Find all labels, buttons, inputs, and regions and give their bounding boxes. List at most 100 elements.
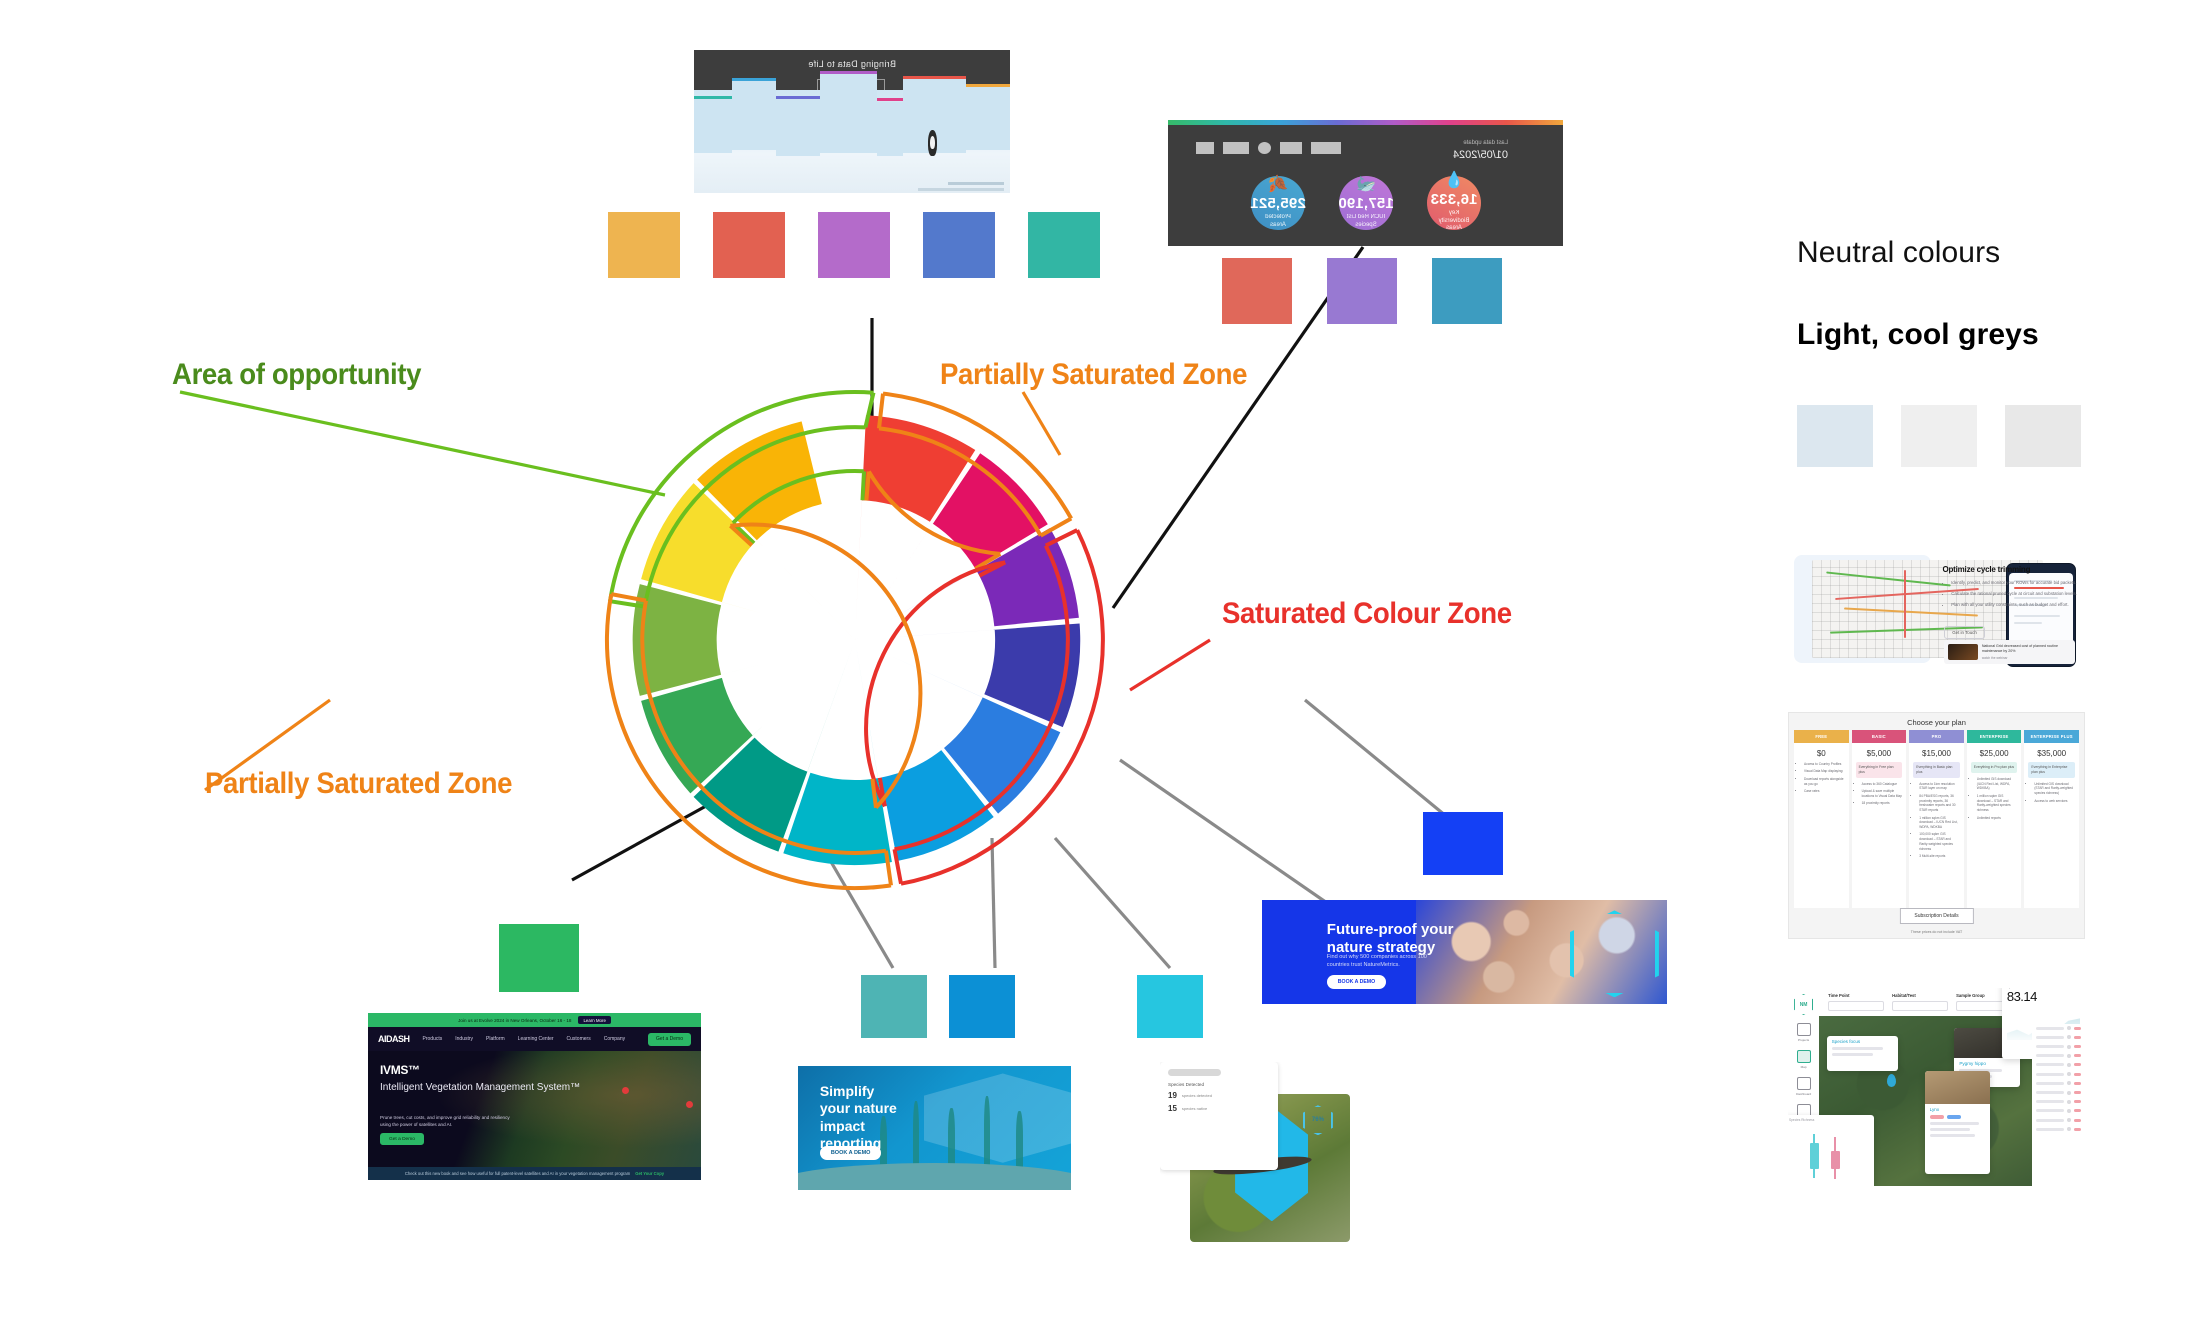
plan-column-pro[interactable]: PRO $15,000 Everything in Basic plan plu… (1909, 730, 1964, 908)
stat-value-iucn: 157,190 (1338, 195, 1394, 212)
swatch-amber[interactable] (608, 212, 680, 278)
nav-item-platform[interactable]: Platform (486, 1036, 505, 1042)
iceberg-3 (877, 101, 903, 156)
sidebar-item-map[interactable]: Map (1796, 1050, 1811, 1069)
screenshot-naturemetrics-dashboard[interactable]: NM Projects Map Dashboard Analytics Tabl… (1788, 988, 2085, 1186)
plan-features-basic: Access to 360 Catalogue Upload & save mu… (1852, 782, 1907, 809)
simplify-headline: Simplify your nature impact reporting (819, 1083, 897, 1151)
seaweed-5 (1016, 1110, 1024, 1173)
feature: 18 proximity reports (1862, 801, 1903, 806)
swatch-coral[interactable] (713, 212, 785, 278)
table-row[interactable] (2032, 1125, 2085, 1134)
filter-habitat-test[interactable]: Habitat/Test (1892, 993, 1949, 1011)
swatch-steel-blue[interactable] (1432, 258, 1502, 324)
plan-column-basic[interactable]: BASIC $5,000 Everything in Free plan plu… (1851, 730, 1907, 908)
lynx-card[interactable]: Lynx (1924, 1071, 1990, 1175)
sidebar-label-dashboard: Dashboard (1796, 1092, 1812, 1096)
screenshot-future-proof-banner[interactable]: Future-proof your nature strategy Find o… (1262, 900, 1667, 1004)
simplify-demo-button[interactable]: BOOK A DEMO (819, 1146, 882, 1161)
swatch-teal-green[interactable] (1028, 212, 1100, 278)
feature: 1 million sqkm GIS download – IUCN Red L… (1919, 816, 1960, 830)
plan-column-enterprise-plus[interactable]: ENTERPRISE PLUS $35,000 Everything in En… (2024, 730, 2079, 908)
nav-item-industry[interactable]: Industry (455, 1036, 473, 1042)
aidash-hero-demo-button[interactable]: Get a Demo (380, 1133, 424, 1145)
lynx-title: Lynx (1929, 1107, 1940, 1113)
plan-note-pro: Everything in Basic plan plus (1913, 762, 1960, 778)
swatch-teal[interactable] (861, 975, 927, 1038)
aidash-footer-bar: Check out this new book and see how usef… (368, 1167, 701, 1180)
table-row[interactable] (2032, 1033, 2085, 1042)
sidebar-item-dashboard[interactable]: Dashboard (1796, 1077, 1811, 1096)
folder-icon (1796, 1023, 1811, 1036)
iceberg-4 (820, 74, 878, 153)
swatch-cool-grey-1[interactable] (1797, 405, 1873, 467)
swatch-cornflower[interactable] (923, 212, 995, 278)
hero-title: Bringing Data to Life (808, 59, 896, 69)
screenshot-simplify-banner[interactable]: Simplify your nature impact reporting BO… (798, 1066, 1071, 1190)
table-row[interactable] (2032, 1079, 2085, 1088)
plan-price-pro: $15,000 (1922, 749, 1951, 758)
aidash-logo[interactable]: AIDASH (378, 1034, 410, 1044)
feature: Access to Country Profiles (1804, 762, 1845, 767)
swatch-orchid[interactable] (818, 212, 890, 278)
dashboard-table[interactable] (2031, 1023, 2085, 1186)
iceberg-6 (731, 81, 777, 151)
table-row[interactable] (2032, 1024, 2085, 1033)
map-marker-1[interactable] (1887, 1073, 1897, 1087)
nav-item-learning-center[interactable]: Learning Center (518, 1036, 554, 1042)
table-row[interactable] (2032, 1106, 2085, 1115)
wheel-segment-indigo (855, 623, 1081, 728)
screenshot-aidash-ivms[interactable]: Join us at Evolve 2024 in New Orleans, O… (368, 1013, 701, 1180)
filter-time-point[interactable]: Time Point (1828, 993, 1885, 1011)
phone-line-5 (2013, 614, 2061, 617)
subscription-details-button[interactable]: Subscription Details (1899, 908, 1974, 924)
stat-protected-areas: 🍂 295,521 Protected Areas (1250, 176, 1306, 230)
swatch-azure[interactable] (949, 975, 1015, 1038)
cycle-get-in-touch-button[interactable]: Get in Touch (1944, 626, 1985, 640)
species-focus-card[interactable]: Species focus (1826, 1035, 1898, 1072)
screenshot-stats-banner[interactable]: Last data update 01/05/2024 💧 16,333 Key… (1168, 120, 1563, 246)
table-row[interactable] (2032, 1070, 2085, 1079)
card-line-1 (1831, 1046, 1883, 1050)
feature: Unlimited GIS download (STAR and Rarity-… (2034, 782, 2075, 796)
table-row[interactable] (2032, 1088, 2085, 1097)
screenshot-species-card[interactable]: Species Detected 19 species detected 15 … (1160, 1062, 1350, 1242)
aidash-footer-link[interactable]: Get Your Copy (635, 1171, 664, 1176)
lynx-photo (1924, 1071, 1990, 1105)
swatch-cyan[interactable] (1137, 975, 1203, 1038)
aidash-nav-demo-button[interactable]: Get a Demo (648, 1032, 691, 1046)
swatch-cool-grey-2[interactable] (1901, 405, 1977, 467)
swatch-coral-2[interactable] (1222, 258, 1292, 324)
dashboard-icon (1796, 1077, 1811, 1090)
feature: Upload & save multiple locations to Visu… (1862, 789, 1903, 799)
aidash-learn-more-button[interactable]: Learn More (578, 1016, 611, 1024)
table-row[interactable] (2032, 1042, 2085, 1051)
drop-icon: 💧 (1444, 172, 1464, 190)
swatch-cool-grey-3[interactable] (2005, 405, 2081, 467)
aidash-announcement-bar[interactable]: Join us at Evolve 2024 in New Orleans, O… (368, 1013, 701, 1027)
plan-column-enterprise[interactable]: ENTERPRISE $25,000 Everything in Pro pla… (1966, 730, 2022, 908)
table-row[interactable] (2032, 1097, 2085, 1106)
tag-blue (1946, 1115, 1961, 1120)
nav-item-company[interactable]: Company (604, 1036, 625, 1042)
nav-item-customers[interactable]: Customers (567, 1036, 591, 1042)
swatch-green[interactable] (499, 924, 579, 992)
cycle-video-card[interactable]: National Grid decreased cost of planned … (1944, 639, 2075, 664)
table-row[interactable] (2032, 1051, 2085, 1060)
table-row[interactable] (2032, 1060, 2085, 1069)
future-demo-button[interactable]: BOOK A DEMO (1326, 975, 1387, 990)
filter-input-time-point[interactable] (1828, 1000, 1885, 1011)
table-row[interactable] (2032, 1116, 2085, 1125)
nav-item-products[interactable]: Products (423, 1036, 443, 1042)
screenshot-cycle-trimming[interactable]: Optimize cycle trimming Identify, predic… (1788, 548, 2085, 670)
sidebar-item-projects[interactable]: Projects (1796, 1023, 1811, 1042)
swatch-blue[interactable] (1423, 812, 1503, 875)
lynx-line-3 (1929, 1134, 1976, 1138)
plan-price-enterprise-plus: $35,000 (2037, 749, 2067, 758)
stat-value-protected: 295,521 (1250, 195, 1306, 212)
plan-column-free[interactable]: FREE $0 Access to Country Profiles Visua… (1794, 730, 1849, 908)
swatch-medium-purple[interactable] (1327, 258, 1397, 324)
screenshot-penguin-hero[interactable]: Bringing Data to Life Explore more (694, 50, 1010, 193)
screenshot-pricing-table[interactable]: Choose your plan FREE $0 Access to Count… (1788, 712, 2085, 939)
filter-input-habitat[interactable] (1892, 1000, 1949, 1011)
